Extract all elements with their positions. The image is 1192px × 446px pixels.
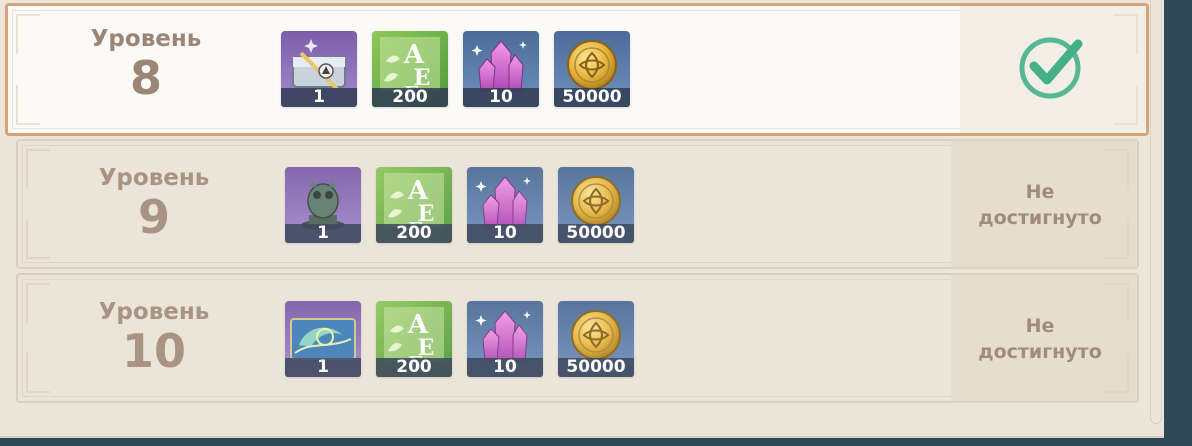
status-not-reached: Не достигнуто: [978, 181, 1102, 229]
item-count: 200: [376, 224, 452, 243]
item-count: 1: [285, 358, 361, 377]
reward-item[interactable]: 10: [467, 301, 543, 377]
level-indicator: Уровень 9: [84, 165, 224, 244]
reward-item[interactable]: 50000: [554, 31, 630, 107]
reward-row-level-8[interactable]: Уровень 8 1 A Е 200 10 50000: [5, 3, 1149, 136]
reward-item[interactable]: A Е Б 200: [376, 167, 452, 243]
item-count: 10: [463, 88, 539, 107]
level-indicator: Уровень 8: [76, 26, 216, 105]
reward-items: 1 A Е Б 200: [285, 301, 634, 377]
item-count: 200: [372, 88, 448, 107]
item-count: 200: [376, 358, 452, 377]
item-count: 10: [467, 224, 543, 243]
reward-item[interactable]: 10: [467, 167, 543, 243]
reward-items: 1 A Е Б 200: [285, 167, 634, 243]
level-number: 9: [137, 190, 170, 244]
level-label: Уровень: [90, 26, 202, 52]
battle-pass-rewards-panel: Уровень 8 1 A Е 200 10 50000 Уровень 9 1…: [0, 0, 1164, 438]
reward-item[interactable]: 10: [463, 31, 539, 107]
level-number: 10: [121, 324, 186, 378]
status-not-reached: Не достигнуто: [978, 315, 1102, 363]
reward-item[interactable]: 50000: [558, 167, 634, 243]
level-number: 8: [129, 51, 162, 105]
item-count: 1: [285, 224, 361, 243]
scrollbar-track[interactable]: [1150, 0, 1162, 424]
reward-items: 1 A Е Б 200: [281, 31, 630, 107]
reward-row-level-9[interactable]: Уровень 9 1 A Е 200 10 50000 Не достигну…: [16, 139, 1139, 269]
level-indicator: Уровень 10: [84, 299, 224, 378]
level-label: Уровень: [98, 299, 210, 325]
reward-row-level-10[interactable]: Уровень 10 1 A Е Б: [16, 273, 1139, 403]
reward-item[interactable]: A Е Б 200: [376, 301, 452, 377]
item-count: 10: [467, 358, 543, 377]
reward-item[interactable]: 1: [285, 167, 361, 243]
reward-item[interactable]: 1: [285, 301, 361, 377]
checkmark-icon: [1019, 37, 1083, 99]
level-label: Уровень: [98, 165, 210, 191]
item-count: 50000: [558, 358, 634, 377]
reward-item[interactable]: 1: [281, 31, 357, 107]
item-count: 50000: [554, 88, 630, 107]
item-count: 1: [281, 88, 357, 107]
item-count: 50000: [558, 224, 634, 243]
reward-item[interactable]: 50000: [558, 301, 634, 377]
reward-item[interactable]: A Е Б 200: [372, 31, 448, 107]
